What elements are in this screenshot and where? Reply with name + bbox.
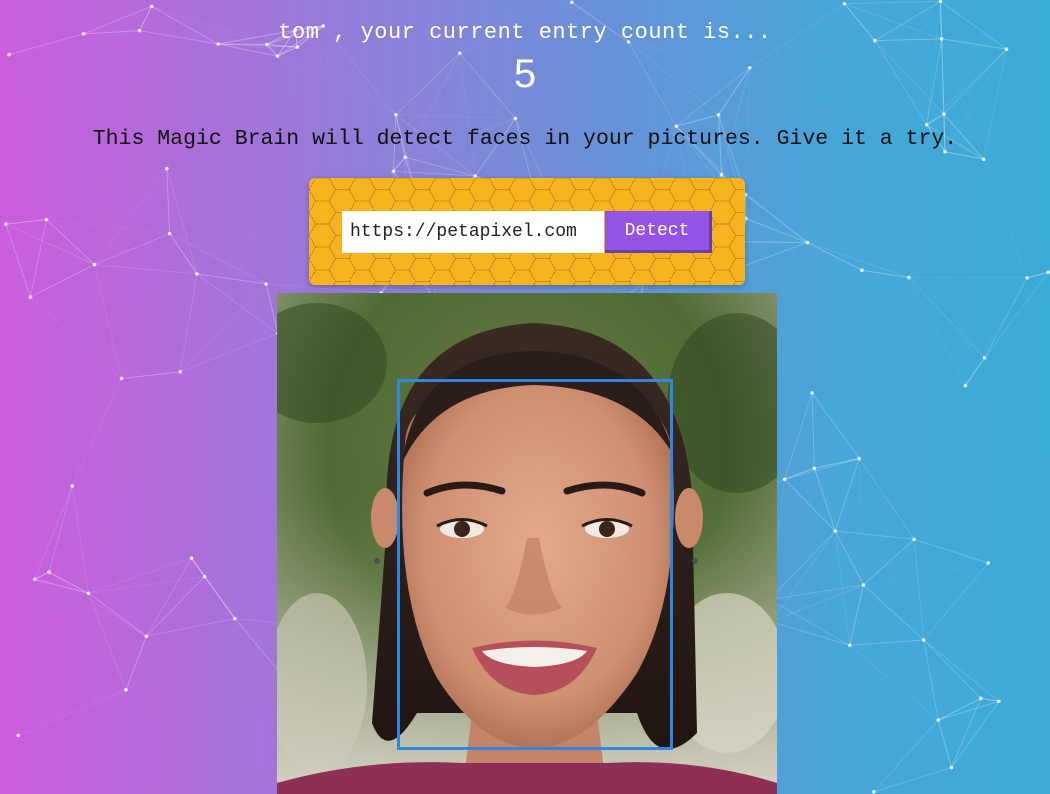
face-bounding-box [397,379,673,750]
input-image [277,293,777,794]
entry-count-message: tom , your current entry count is... [278,20,772,45]
image-url-input[interactable] [342,211,604,253]
app-description: This Magic Brain will detect faces in yo… [92,127,958,151]
image-link-form: Detect [309,178,745,285]
detect-button[interactable]: Detect [605,211,712,253]
entry-count-value: 5 [513,52,537,96]
